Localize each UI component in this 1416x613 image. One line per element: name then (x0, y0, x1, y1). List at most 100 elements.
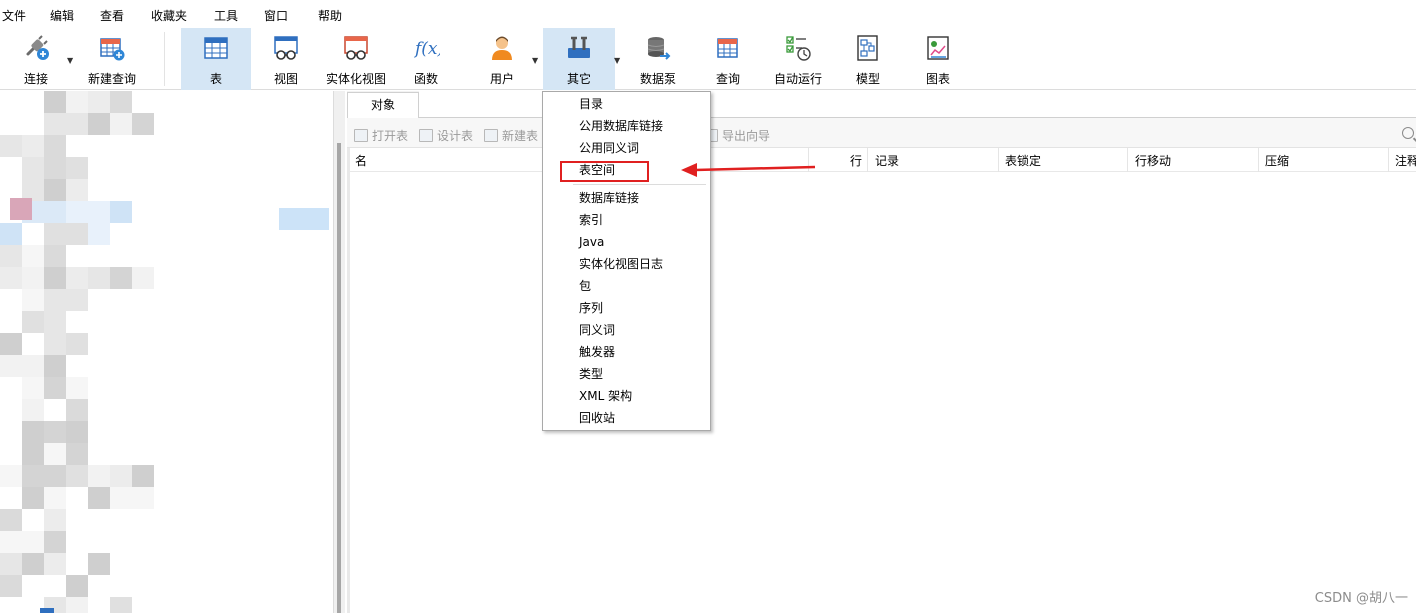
function-button[interactable]: f(x) 函数 (398, 28, 454, 90)
menu-item-xml-schema[interactable]: XML 架构 (579, 386, 632, 406)
open-table-button[interactable]: 打开表 (354, 127, 408, 144)
query-button[interactable]: 查询 (700, 28, 756, 90)
menu-tools[interactable]: 工具 (214, 7, 238, 24)
search-icon[interactable] (1402, 127, 1414, 139)
menu-item-mview-log[interactable]: 实体化视图日志 (579, 254, 663, 274)
column-table-lock[interactable]: 表锁定 (1005, 152, 1041, 169)
model-button[interactable]: 模型 (840, 28, 896, 90)
connect-button[interactable]: 连接 (10, 28, 62, 90)
connect-dropdown-arrow[interactable]: ▼ (67, 56, 73, 65)
menu-item-index[interactable]: 索引 (579, 210, 603, 230)
obscured-block (110, 91, 132, 113)
obscured-block (66, 289, 88, 311)
menu-item-sequence[interactable]: 序列 (579, 298, 603, 318)
menu-edit[interactable]: 编辑 (50, 7, 74, 24)
obscured-block (66, 443, 88, 465)
obscured-block (66, 597, 88, 613)
obscured-block (66, 377, 88, 399)
navigation-scrollbar[interactable] (333, 91, 345, 613)
obscured-block (44, 289, 66, 311)
menu-view[interactable]: 查看 (100, 7, 124, 24)
new-table-icon (484, 129, 498, 142)
view-label: 视图 (273, 72, 298, 86)
menu-item-synonym[interactable]: 同义词 (579, 320, 615, 340)
chart-label: 图表 (925, 72, 950, 86)
obscured-block (22, 377, 44, 399)
tab-objects[interactable]: 对象 (347, 92, 419, 119)
navigation-scrollbar-thumb[interactable] (337, 143, 341, 613)
other-dropdown-arrow[interactable]: ▼ (614, 56, 620, 65)
menu-window[interactable]: 窗口 (264, 7, 288, 24)
menu-item-package[interactable]: 包 (579, 276, 591, 296)
obscured-block (88, 223, 110, 245)
menu-item-directory[interactable]: 目录 (579, 94, 603, 114)
obscured-block (0, 575, 22, 597)
chart-button[interactable]: 图表 (910, 28, 966, 90)
export-wizard-button[interactable]: 导出向导 (704, 127, 770, 144)
column-divider[interactable] (1258, 148, 1259, 172)
obscured-block (132, 487, 154, 509)
selected-tree-row[interactable] (279, 208, 329, 230)
auto-run-icon (786, 36, 811, 61)
auto-run-button[interactable]: 自动运行 (768, 28, 828, 90)
column-name[interactable]: 名 (355, 152, 367, 169)
obscured-block (110, 465, 132, 487)
menu-item-type[interactable]: 类型 (579, 364, 603, 384)
menu-item-public-synonym[interactable]: 公用同义词 (579, 138, 639, 158)
obscured-block (44, 223, 66, 245)
view-button[interactable]: 视图 (258, 28, 314, 90)
obscured-block (44, 421, 66, 443)
navigation-pane[interactable] (0, 91, 333, 613)
obscured-block (66, 575, 88, 597)
user-button[interactable]: 用户 (474, 28, 530, 90)
other-dropdown-menu: 目录 公用数据库链接 公用同义词 表空间 数据库链接 索引 Java 实体化视图… (542, 91, 711, 431)
table-label: 表 (209, 72, 222, 86)
menu-help[interactable]: 帮助 (318, 7, 342, 24)
column-divider[interactable] (867, 148, 868, 172)
obscured-block (44, 311, 66, 333)
menu-file[interactable]: 文件 (2, 7, 26, 24)
menu-favorites[interactable]: 收藏夹 (151, 7, 187, 24)
column-compression[interactable]: 压缩 (1265, 152, 1289, 169)
column-rows[interactable]: 行 (850, 152, 862, 169)
other-button[interactable]: 其它 (543, 28, 615, 90)
new-query-button[interactable]: 新建查询 (84, 28, 140, 90)
column-divider[interactable] (1388, 148, 1389, 172)
menu-item-trigger[interactable]: 触发器 (579, 342, 615, 362)
obscured-block (0, 509, 22, 531)
column-divider[interactable] (998, 148, 999, 172)
menu-item-java[interactable]: Java (579, 232, 604, 252)
menu-item-public-db-link[interactable]: 公用数据库链接 (579, 116, 663, 136)
obscured-block (0, 267, 22, 289)
column-row-movement[interactable]: 行移动 (1135, 152, 1171, 169)
menu-item-db-link[interactable]: 数据库链接 (579, 188, 639, 208)
column-logging[interactable]: 记录 (875, 152, 899, 169)
query-label: 查询 (715, 72, 740, 86)
obscured-block (44, 531, 66, 553)
column-divider[interactable] (808, 148, 809, 172)
open-table-label: 打开表 (372, 129, 409, 143)
new-table-button[interactable]: 新建表 (484, 127, 538, 144)
data-pump-button[interactable]: 数据泵 (630, 28, 686, 90)
materialized-view-icon (344, 36, 368, 60)
user-dropdown-arrow[interactable]: ▼ (532, 56, 538, 65)
query-icon (717, 38, 738, 58)
obscured-block (44, 135, 66, 157)
materialized-view-button[interactable]: 实体化视图 (322, 28, 390, 90)
menu-item-recycle-bin[interactable]: 回收站 (579, 408, 615, 428)
obscured-block (22, 421, 44, 443)
design-table-button[interactable]: 设计表 (419, 127, 473, 144)
watermark: CSDN @胡八一 (1314, 591, 1408, 606)
table-button[interactable]: 表 (181, 28, 251, 90)
obscured-block (22, 267, 44, 289)
obscured-block (44, 113, 66, 135)
tree-item-icon (40, 608, 54, 613)
obscured-block (0, 465, 22, 487)
obscured-block (44, 267, 66, 289)
obscured-block (110, 487, 132, 509)
column-divider[interactable] (1127, 148, 1128, 172)
menu-separator (573, 184, 706, 185)
obscured-block (22, 311, 44, 333)
obscured-block (22, 135, 44, 157)
column-comment[interactable]: 注释 (1395, 152, 1416, 169)
